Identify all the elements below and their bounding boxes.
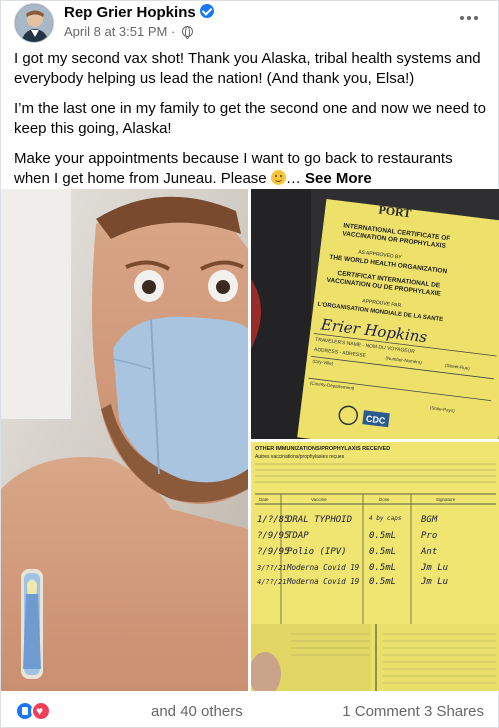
photo-immunization-record[interactable]: OTHER IMMUNIZATIONS/PROPHYLAXIS RECEIVED… bbox=[251, 442, 499, 691]
record-col-signature: Signature bbox=[436, 497, 456, 502]
record-col-dose: Dose bbox=[379, 497, 390, 502]
record-entry-date: 3/??/21 bbox=[256, 564, 287, 572]
record-image: OTHER IMMUNIZATIONS/PROPHYLAXIS RECEIVED… bbox=[251, 442, 499, 691]
record-heading-fr: Autres vaccinations/prophylaxies reçues bbox=[255, 454, 345, 460]
record-entry-signature: BGM bbox=[421, 515, 438, 525]
post-header: Rep Grier Hopkins April 8 at 3:51 PM · bbox=[14, 1, 484, 47]
certificate-image: PORT INTERNATIONAL CERTIFICATE OFVACCINA… bbox=[251, 189, 499, 439]
record-heading: OTHER IMMUNIZATIONS/PROPHYLAXIS RECEIVED bbox=[255, 446, 390, 452]
selfie-image bbox=[1, 189, 248, 691]
record-entry-vaccine: Polio (IPV) bbox=[287, 547, 347, 557]
post-body: I got my second vax shot! Thank you Alas… bbox=[14, 49, 488, 199]
avatar[interactable] bbox=[14, 3, 54, 43]
globe-icon bbox=[181, 26, 193, 39]
author-name[interactable]: Rep Grier Hopkins bbox=[64, 4, 196, 21]
photo-grid: PORT INTERNATIONAL CERTIFICATE OFVACCINA… bbox=[1, 189, 499, 691]
meta-separator: · bbox=[170, 24, 176, 39]
more-horizontal-icon bbox=[460, 16, 478, 20]
post-footer: and 40 others 1 Comment 3 Shares bbox=[1, 691, 499, 728]
post-paragraph: I got my second vax shot! Thank you Alas… bbox=[14, 50, 481, 87]
love-icon bbox=[31, 701, 51, 721]
verified-badge-icon bbox=[199, 4, 214, 18]
photo-selfie[interactable] bbox=[1, 189, 248, 691]
record-entry-vaccine: TDAP bbox=[287, 531, 309, 541]
truncated-text: Make your appointments because I want to… bbox=[14, 150, 453, 187]
ellipsis: … bbox=[285, 170, 301, 187]
record-entry-signature: Jm Lu bbox=[420, 563, 448, 573]
reactions-summary[interactable]: and 40 others bbox=[151, 703, 243, 720]
post-timestamp[interactable]: April 8 at 3:51 PM bbox=[64, 24, 167, 39]
record-entry-vaccine: ORAL TYPHOID bbox=[287, 515, 352, 525]
record-entry-signature: Ant bbox=[420, 547, 437, 557]
shares-count-link[interactable]: 3 Shares bbox=[424, 703, 484, 720]
record-entry-vaccine: Moderna Covid 19 bbox=[286, 577, 360, 586]
post-author[interactable]: Rep Grier Hopkins bbox=[64, 4, 214, 21]
record-entry-date: ?/9/95 bbox=[257, 547, 290, 557]
comments-count-link[interactable]: 1 Comment bbox=[342, 703, 420, 720]
see-more-link[interactable]: See More bbox=[305, 170, 372, 187]
record-entry-dose: 4 by caps bbox=[369, 515, 402, 522]
record-entry-dose: 0.5mL bbox=[369, 531, 396, 541]
record-entry-signature: Pro bbox=[421, 531, 437, 541]
record-col-date: Date bbox=[259, 497, 269, 502]
record-col-vaccine: Vaccine bbox=[311, 497, 327, 502]
record-entry-dose: 0.5mL bbox=[369, 577, 396, 587]
record-entry-dose: 0.5mL bbox=[369, 547, 396, 557]
photo-certificate[interactable]: PORT INTERNATIONAL CERTIFICATE OFVACCINA… bbox=[251, 189, 499, 439]
post-meta: April 8 at 3:51 PM · bbox=[64, 24, 193, 39]
more-options-button[interactable] bbox=[454, 9, 484, 31]
record-entry-vaccine: Moderna Covid 19 bbox=[286, 563, 360, 572]
engagement-counts: 1 Comment 3 Shares bbox=[342, 703, 484, 720]
record-entry-dose: 0.5mL bbox=[369, 563, 396, 573]
facebook-post: Rep Grier Hopkins April 8 at 3:51 PM · I… bbox=[0, 0, 499, 728]
avatar-image bbox=[15, 4, 53, 42]
smile-emoji-icon bbox=[270, 170, 286, 185]
record-entry-date: 4/??/21 bbox=[257, 578, 287, 586]
post-paragraph: I’m the last one in my family to get the… bbox=[14, 100, 486, 137]
post-paragraph-truncated: Make your appointments because I want to… bbox=[14, 149, 488, 189]
record-entry-signature: Jm Lu bbox=[420, 577, 448, 587]
record-entry-date: ?/9/95 bbox=[257, 531, 290, 541]
record-entry-date: 1/?/85 bbox=[257, 515, 290, 525]
